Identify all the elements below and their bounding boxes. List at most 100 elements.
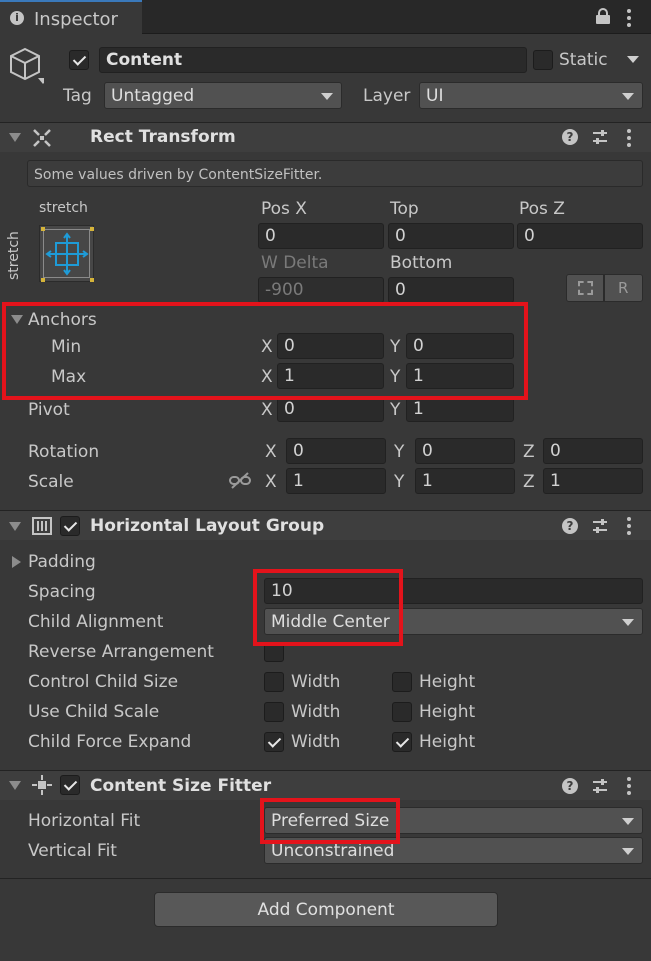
- rot-x-field[interactable]: 0: [286, 438, 386, 464]
- scale-x-field[interactable]: 1: [286, 468, 386, 494]
- control-width-checkbox[interactable]: [264, 672, 284, 692]
- rot-z-field[interactable]: 0: [543, 438, 643, 464]
- add-component-button[interactable]: Add Component: [154, 892, 498, 927]
- raw-edit-button[interactable]: R: [604, 274, 643, 302]
- layer-label: Layer: [363, 86, 411, 106]
- spacing-field[interactable]: 10: [264, 578, 643, 604]
- pivot-y-field[interactable]: 1: [406, 396, 514, 422]
- pivot-x-label: X: [261, 400, 273, 420]
- expand-height-checkbox[interactable]: [392, 732, 412, 752]
- horizontal-layout-enabled-checkbox[interactable]: [60, 516, 80, 536]
- scale-y-label: Y: [394, 472, 405, 492]
- bottom-field[interactable]: 0: [388, 277, 514, 303]
- scale-height-checkbox[interactable]: [392, 702, 412, 722]
- posz-field[interactable]: 0: [517, 223, 643, 249]
- top-field[interactable]: 0: [388, 223, 514, 249]
- tab-inspector[interactable]: i Inspector: [0, 0, 142, 34]
- chevron-down-icon: [622, 847, 634, 855]
- foldout-arrow-icon[interactable]: [9, 781, 21, 790]
- rot-x-label: X: [265, 442, 277, 462]
- reverse-arrangement-checkbox[interactable]: [264, 642, 284, 662]
- pivot-y-label: Y: [390, 400, 401, 420]
- horizontal-fit-dropdown[interactable]: Preferred Size: [264, 807, 643, 834]
- gameobject-icon: [8, 46, 48, 86]
- max-label: Max: [51, 367, 87, 387]
- foldout-arrow-icon[interactable]: [9, 133, 21, 142]
- static-dropdown-caret[interactable]: [627, 56, 639, 63]
- max-y-label: Y: [390, 367, 401, 387]
- child-alignment-dropdown[interactable]: Middle Center: [264, 608, 643, 635]
- posz-label: Pos Z: [519, 199, 565, 219]
- min-y-label: Y: [390, 337, 401, 357]
- object-name-field[interactable]: Content: [99, 47, 527, 73]
- rotation-label: Rotation: [28, 442, 100, 462]
- child-alignment-label: Child Alignment: [28, 612, 164, 632]
- active-checkbox[interactable]: [69, 50, 89, 70]
- horizontal-layout-title: Horizontal Layout Group: [90, 516, 325, 536]
- help-icon[interactable]: ?: [562, 129, 578, 145]
- wdelta-label: W Delta: [261, 253, 329, 273]
- anchor-preset-h-label: stretch: [39, 200, 88, 216]
- rot-z-label: Z: [523, 442, 535, 462]
- anchors-label[interactable]: Anchors: [28, 312, 97, 329]
- chevron-down-icon: [622, 92, 634, 100]
- scale-label: Scale: [28, 472, 74, 492]
- posx-field[interactable]: 0: [258, 223, 384, 249]
- min-x-label: X: [261, 337, 273, 357]
- min-x-field[interactable]: 0: [277, 333, 384, 359]
- layer-dropdown[interactable]: UI: [419, 82, 643, 109]
- control-height-checkbox[interactable]: [392, 672, 412, 692]
- component-menu-icon[interactable]: [627, 129, 631, 147]
- tag-label: Tag: [63, 86, 92, 106]
- padding-foldout-icon[interactable]: [12, 556, 21, 568]
- help-icon[interactable]: ?: [562, 778, 578, 794]
- min-label: Min: [51, 337, 82, 357]
- scale-z-label: Z: [523, 472, 535, 492]
- anchors-foldout-icon[interactable]: [11, 315, 23, 324]
- preset-sliders-icon[interactable]: [591, 777, 609, 795]
- static-label: Static: [559, 50, 608, 70]
- vertical-fit-dropdown[interactable]: Unconstrained: [264, 837, 643, 864]
- expand-height-label: Height: [419, 732, 476, 752]
- horizontal-layout-icon: [32, 516, 52, 536]
- section-divider: [0, 878, 651, 879]
- component-menu-icon[interactable]: [627, 777, 631, 795]
- content-size-fitter-enabled-checkbox[interactable]: [60, 775, 80, 795]
- help-icon[interactable]: ?: [562, 518, 578, 534]
- scale-width-checkbox[interactable]: [264, 702, 284, 722]
- component-menu-icon[interactable]: [627, 517, 631, 535]
- expand-width-checkbox[interactable]: [264, 732, 284, 752]
- scale-y-field[interactable]: 1: [415, 468, 515, 494]
- foldout-arrow-icon[interactable]: [9, 522, 21, 531]
- control-child-size-label: Control Child Size: [28, 672, 179, 692]
- wdelta-field: -900: [258, 277, 384, 303]
- tab-menu-icon[interactable]: [627, 9, 631, 27]
- child-force-expand-label: Child Force Expand: [28, 732, 192, 752]
- posx-label: Pos X: [261, 199, 307, 219]
- rot-y-label: Y: [394, 442, 405, 462]
- blueprint-mode-button[interactable]: [566, 274, 604, 302]
- max-x-field[interactable]: 1: [277, 363, 384, 389]
- preset-sliders-icon[interactable]: [591, 128, 609, 146]
- control-width-label: Width: [291, 672, 341, 692]
- pivot-label: Pivot: [28, 400, 70, 420]
- lock-icon[interactable]: [596, 8, 610, 24]
- scale-height-label: Height: [419, 702, 476, 722]
- pivot-x-field[interactable]: 0: [277, 396, 384, 422]
- scale-z-field[interactable]: 1: [543, 468, 643, 494]
- tag-dropdown[interactable]: Untagged: [104, 82, 342, 109]
- padding-label[interactable]: Padding: [28, 554, 96, 571]
- rect-transform-title: Rect Transform: [90, 127, 236, 147]
- constrain-proportions-icon[interactable]: [229, 472, 251, 490]
- min-y-field[interactable]: 0: [406, 333, 514, 359]
- content-size-fitter-icon: [32, 775, 52, 795]
- anchor-preset-v-label: stretch: [6, 231, 22, 280]
- static-checkbox[interactable]: [533, 50, 553, 70]
- preset-sliders-icon[interactable]: [591, 517, 609, 535]
- anchor-preset-button[interactable]: [39, 225, 94, 282]
- chevron-down-icon: [622, 618, 634, 626]
- rot-y-field[interactable]: 0: [415, 438, 515, 464]
- tab-title: Inspector: [34, 9, 118, 30]
- chevron-down-icon: [622, 817, 634, 825]
- max-y-field[interactable]: 1: [406, 363, 514, 389]
